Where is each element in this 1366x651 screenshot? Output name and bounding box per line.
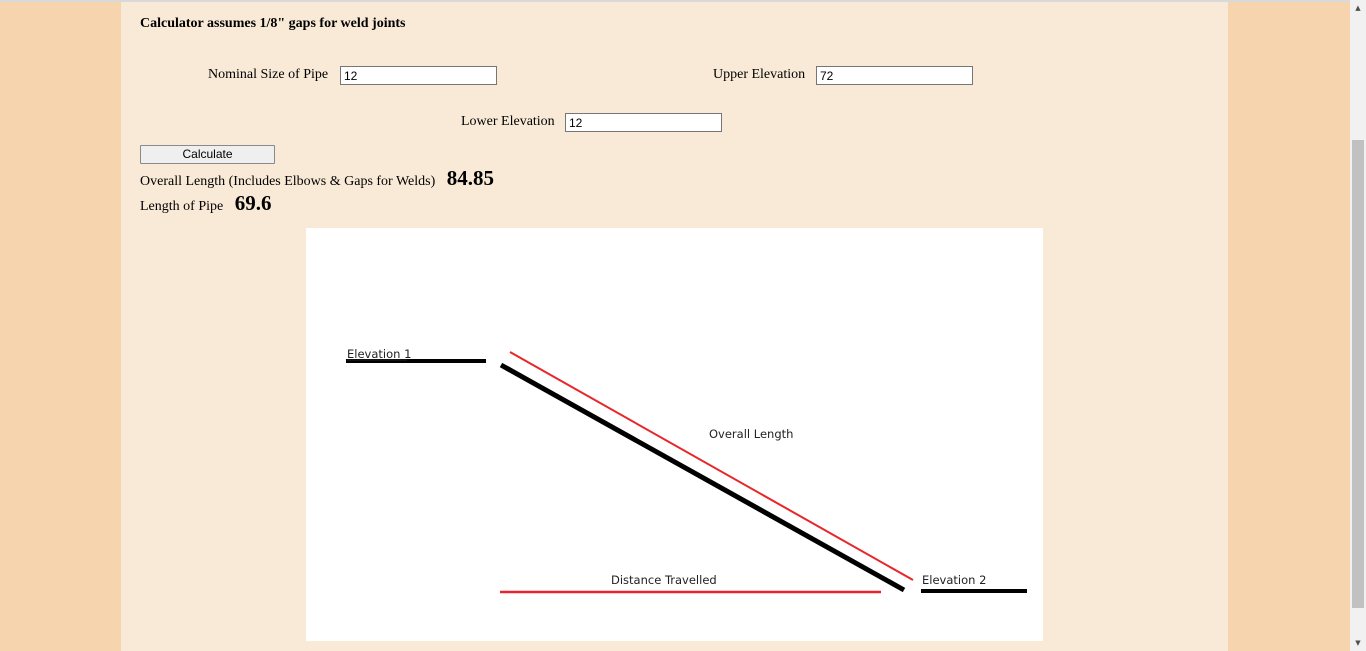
scroll-down-arrow-icon[interactable]: ▼ <box>1350 635 1366 651</box>
pipe-length-row: Length of Pipe 69.6 <box>140 191 271 216</box>
pipe-length-value: 69.6 <box>234 191 272 215</box>
assumption-note: Calculator assumes 1/8" gaps for weld jo… <box>140 16 406 31</box>
elevation-2-label: Elevation 2 <box>922 573 986 587</box>
nominal-size-input[interactable] <box>340 66 497 85</box>
pipe-diagram: Elevation 1 Overall Length Elevation 2 D… <box>306 228 1043 641</box>
elevation-1-label: Elevation 1 <box>347 347 411 361</box>
overall-length-label: Overall Length (Includes Elbows & Gaps f… <box>140 174 436 189</box>
pipe-diagram-svg: Elevation 1 Overall Length Elevation 2 D… <box>346 347 1027 594</box>
vertical-scrollbar[interactable]: ▲ ▼ <box>1350 0 1366 651</box>
overall-length-row: Overall Length (Includes Elbows & Gaps f… <box>140 166 494 191</box>
pipe-run-line <box>499 362 906 593</box>
scrollbar-thumb[interactable] <box>1352 140 1364 608</box>
nominal-size-label: Nominal Size of Pipe <box>208 67 329 82</box>
upper-elevation-label: Upper Elevation <box>713 67 806 82</box>
overall-length-value: 84.85 <box>446 166 495 190</box>
distance-travelled-label: Distance Travelled <box>611 573 717 587</box>
overall-length-diagram-label: Overall Length <box>709 427 793 441</box>
upper-elevation-input[interactable] <box>816 66 973 85</box>
overall-length-line <box>509 351 914 581</box>
calculate-button[interactable]: Calculate <box>140 145 275 164</box>
pipe-length-label: Length of Pipe <box>140 199 224 214</box>
scroll-up-arrow-icon[interactable]: ▲ <box>1350 0 1366 16</box>
lower-elevation-input[interactable] <box>565 113 722 132</box>
calculator-panel: Calculator assumes 1/8" gaps for weld jo… <box>121 2 1228 651</box>
lower-elevation-label: Lower Elevation <box>461 114 555 129</box>
